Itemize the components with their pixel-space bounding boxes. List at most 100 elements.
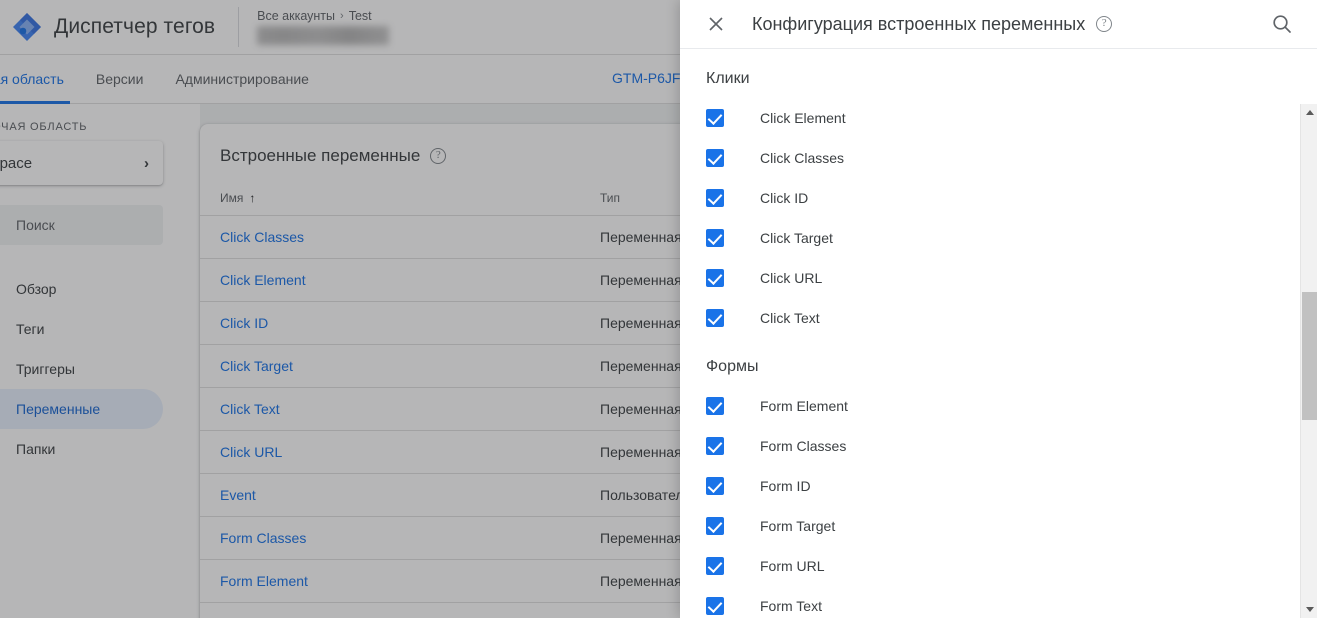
group-title-clicks: Клики xyxy=(680,50,1295,98)
sort-asc-icon: ↑ xyxy=(249,191,255,205)
checkbox-row-click-id[interactable]: Click ID xyxy=(680,178,1295,218)
checkbox-icon[interactable] xyxy=(706,269,724,287)
column-header-type-label: Тип xyxy=(600,191,620,205)
checkbox-row-click-element[interactable]: Click Element xyxy=(680,98,1295,138)
checkbox-label: Click Target xyxy=(760,230,833,246)
column-header-name-label: Имя xyxy=(220,191,243,205)
workspace-selector[interactable]: ault Workspace › xyxy=(0,141,163,185)
checkbox-icon[interactable] xyxy=(706,517,724,535)
variable-link[interactable]: Click Element xyxy=(220,272,306,288)
variable-link[interactable]: Form Element xyxy=(220,573,308,589)
panel-title: Конфигурация встроенных переменных ? xyxy=(752,14,1112,35)
screen: Диспетчер тегов Все аккаунты › Test боча… xyxy=(0,0,1317,618)
panel-scroll-area: Клики Click Element Click Classes Click … xyxy=(680,50,1295,618)
sidebar-item-variables[interactable]: Переменные xyxy=(0,389,163,429)
checkbox-icon[interactable] xyxy=(706,477,724,495)
checkbox-label: Form ID xyxy=(760,478,811,494)
column-header-name[interactable]: Имя ↑ xyxy=(200,183,580,216)
checkbox-icon[interactable] xyxy=(706,557,724,575)
variable-link[interactable]: Click Classes xyxy=(220,229,304,245)
search-icon[interactable] xyxy=(1271,13,1295,37)
sidebar-search-input[interactable]: Поиск xyxy=(0,205,163,245)
tab-admin[interactable]: Администрирование xyxy=(159,55,325,104)
sidebar-item-label: Папки xyxy=(16,441,55,457)
workspace-name: ault Workspace xyxy=(0,155,32,172)
sidebar-item-label: Триггеры xyxy=(16,361,75,377)
sidebar-item-folders[interactable]: Папки xyxy=(0,429,163,469)
panel-scrollbar[interactable] xyxy=(1300,104,1317,618)
scrollbar-thumb[interactable] xyxy=(1302,292,1317,420)
help-circle-icon[interactable]: ? xyxy=(1096,16,1112,32)
help-circle-icon[interactable]: ? xyxy=(430,148,446,164)
checkbox-icon[interactable] xyxy=(706,229,724,247)
panel-body: Клики Click Element Click Classes Click … xyxy=(680,50,1317,618)
checkbox-label: Click Element xyxy=(760,110,846,126)
close-icon[interactable] xyxy=(704,12,728,36)
sidebar-item-triggers[interactable]: Триггеры xyxy=(0,349,163,389)
gtm-diamond-logo-icon xyxy=(10,10,44,44)
variable-link[interactable]: Click Text xyxy=(220,401,280,417)
breadcrumb-separator-icon: › xyxy=(340,10,344,22)
breadcrumb-root[interactable]: Все аккаунты xyxy=(257,9,335,23)
tab-workspace[interactable]: бочая область xyxy=(0,55,80,104)
sidebar-workspace-label: УЩАЯ РАБОЧАЯ ОБЛАСТЬ xyxy=(0,121,175,133)
checkbox-label: Form Text xyxy=(760,598,822,614)
checkbox-icon[interactable] xyxy=(706,189,724,207)
scroll-down-arrow-icon[interactable] xyxy=(1301,601,1317,618)
variable-link[interactable]: Click URL xyxy=(220,444,282,460)
card-title-text: Встроенные переменные xyxy=(220,146,420,166)
checkbox-label: Form Classes xyxy=(760,438,846,454)
sidebar-item-overview[interactable]: Обзор xyxy=(0,269,163,309)
breadcrumb: Все аккаунты › Test xyxy=(257,9,389,45)
builtin-variables-config-panel: Конфигурация встроенных переменных ? Кли… xyxy=(680,0,1317,618)
checkbox-row-click-target[interactable]: Click Target xyxy=(680,218,1295,258)
checkbox-icon[interactable] xyxy=(706,597,724,615)
sidebar-item-tags[interactable]: Теги xyxy=(0,309,163,349)
panel-title-text: Конфигурация встроенных переменных xyxy=(752,14,1085,35)
breadcrumb-current[interactable]: Test xyxy=(349,9,372,23)
checkbox-row-form-target[interactable]: Form Target xyxy=(680,506,1295,546)
checkbox-row-form-element[interactable]: Form Element xyxy=(680,386,1295,426)
container-id[interactable]: GTM-P6JF xyxy=(612,70,680,86)
checkbox-icon[interactable] xyxy=(706,309,724,327)
header-divider xyxy=(238,7,239,47)
sidebar: УЩАЯ РАБОЧАЯ ОБЛАСТЬ ault Workspace › По… xyxy=(0,104,175,618)
chevron-right-icon: › xyxy=(144,155,149,172)
checkbox-icon[interactable] xyxy=(706,437,724,455)
checkbox-row-click-classes[interactable]: Click Classes xyxy=(680,138,1295,178)
checkbox-label: Click Classes xyxy=(760,150,844,166)
checkbox-row-form-url[interactable]: Form URL xyxy=(680,546,1295,586)
variable-link[interactable]: Event xyxy=(220,487,256,503)
panel-header: Конфигурация встроенных переменных ? xyxy=(680,0,1317,49)
app-title: Диспетчер тегов xyxy=(54,15,215,39)
sidebar-item-label: Теги xyxy=(16,321,44,337)
checkbox-label: Click ID xyxy=(760,190,808,206)
checkbox-row-form-classes[interactable]: Form Classes xyxy=(680,426,1295,466)
tab-versions-label: Версии xyxy=(96,71,144,87)
tab-versions[interactable]: Версии xyxy=(80,55,160,104)
scroll-up-arrow-icon[interactable] xyxy=(1301,104,1317,121)
checkbox-row-form-id[interactable]: Form ID xyxy=(680,466,1295,506)
checkbox-icon[interactable] xyxy=(706,397,724,415)
checkbox-icon[interactable] xyxy=(706,149,724,167)
checkbox-label: Form URL xyxy=(760,558,825,574)
variable-link[interactable]: Click ID xyxy=(220,315,268,331)
sidebar-item-label: Обзор xyxy=(16,281,56,297)
checkbox-row-click-url[interactable]: Click URL xyxy=(680,258,1295,298)
checkbox-label: Click URL xyxy=(760,270,822,286)
sidebar-nav: Обзор Теги Триггеры Переменные Папки xyxy=(0,269,175,469)
tab-workspace-label: бочая область xyxy=(0,71,64,87)
sidebar-item-label: Переменные xyxy=(16,401,100,417)
sidebar-search-placeholder: Поиск xyxy=(16,217,55,233)
checkbox-label: Form Element xyxy=(760,398,848,414)
tab-admin-label: Администрирование xyxy=(175,71,309,87)
variable-link[interactable]: Form Classes xyxy=(220,530,306,546)
account-name-redacted[interactable] xyxy=(257,26,389,45)
checkbox-icon[interactable] xyxy=(706,109,724,127)
checkbox-row-form-text[interactable]: Form Text xyxy=(680,586,1295,618)
checkbox-label: Click Text xyxy=(760,310,820,326)
checkbox-row-click-text[interactable]: Click Text xyxy=(680,298,1295,338)
checkbox-label: Form Target xyxy=(760,518,835,534)
variable-link[interactable]: Click Target xyxy=(220,358,293,374)
group-title-forms: Формы xyxy=(680,338,1295,386)
